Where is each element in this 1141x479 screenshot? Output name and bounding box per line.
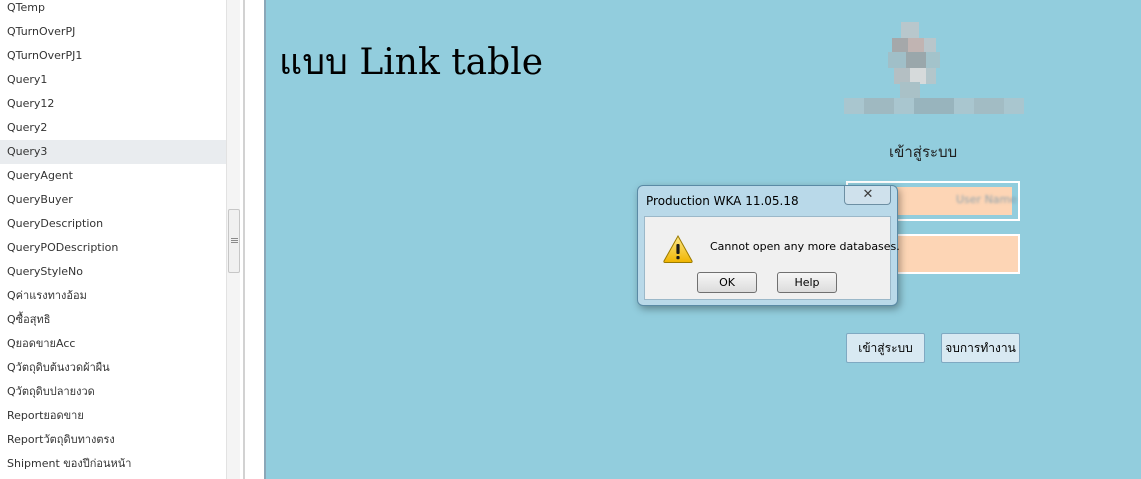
logo-pixel (864, 98, 894, 114)
logo-pixel (926, 52, 940, 68)
nav-item[interactable]: Qวัตถุดิบต้นงวดผ้าผืน (0, 356, 226, 380)
help-button[interactable]: Help (777, 272, 837, 293)
nav-item[interactable]: Reportยอดขาย (0, 404, 226, 428)
logo-pixel (926, 68, 936, 84)
dialog-body: Cannot open any more databases. OK Help (644, 216, 900, 300)
nav-item[interactable]: QยอดขายAcc (0, 332, 226, 356)
nav-item[interactable]: QTemp (0, 0, 226, 20)
nav-item[interactable]: Query12 (0, 92, 226, 116)
close-icon: ✕ (862, 187, 874, 202)
nav-item[interactable]: Query3 (0, 140, 226, 164)
nav-item[interactable]: Qค่าแรงทางอ้อม (0, 284, 226, 308)
username-ghost-text: User Name (956, 193, 1018, 206)
logo-pixel (906, 52, 926, 68)
nav-item[interactable]: QueryAgent (0, 164, 226, 188)
ok-button[interactable]: OK (697, 272, 757, 293)
dialog-message: Cannot open any more databases. (710, 240, 900, 253)
logo-pixel (914, 98, 954, 114)
logo-pixel (900, 82, 920, 98)
splitter-divider (243, 0, 245, 479)
exit-button[interactable]: จบการทำงาน (941, 333, 1020, 363)
navigation-scrollbar[interactable] (226, 0, 240, 479)
form-title: แบบ Link table (279, 42, 544, 83)
logo-image (844, 22, 1024, 114)
nav-item[interactable]: Shipment ของปีก่อนหน้า (0, 452, 226, 476)
logo-pixel (888, 52, 906, 68)
nav-item[interactable]: QueryDescription (0, 212, 226, 236)
scrollbar-thumb[interactable] (228, 209, 240, 273)
login-button[interactable]: เข้าสู่ระบบ (846, 333, 925, 363)
nav-item[interactable]: Query1 (0, 68, 226, 92)
navigation-pane: QTemp QTurnOverPJ QTurnOverPJ1 Query1 Query1… (0, 0, 226, 479)
nav-item[interactable]: QueryPODescription (0, 236, 226, 260)
warning-icon (663, 234, 693, 263)
nav-item[interactable]: Reportวัตถุดิบทางตรง (0, 428, 226, 452)
nav-item[interactable]: QTurnOverPJ1 (0, 44, 226, 68)
logo-pixel (974, 98, 1004, 114)
dialog-close-button[interactable]: ✕ (844, 186, 891, 205)
login-heading: เข้าสู่ระบบ (889, 143, 958, 161)
error-dialog: Production WKA 11.05.18 ✕ Cannot open an… (637, 185, 900, 306)
nav-item[interactable]: QueryBuyer (0, 188, 226, 212)
nav-item[interactable]: QueryStyleNo (0, 260, 226, 284)
nav-item[interactable]: Query2 (0, 116, 226, 140)
dialog-title: Production WKA 11.05.18 (646, 194, 799, 208)
nav-item[interactable]: QTurnOverPJ (0, 20, 226, 44)
nav-item[interactable]: Qซื้อสุทธิ (0, 308, 226, 332)
grip-icon (231, 238, 238, 243)
logo-pixel (901, 22, 919, 38)
navigation-list: QTemp QTurnOverPJ QTurnOverPJ1 Query1 Query1… (0, 0, 226, 479)
nav-item[interactable]: Qวัตถุดิบปลายงวด (0, 380, 226, 404)
